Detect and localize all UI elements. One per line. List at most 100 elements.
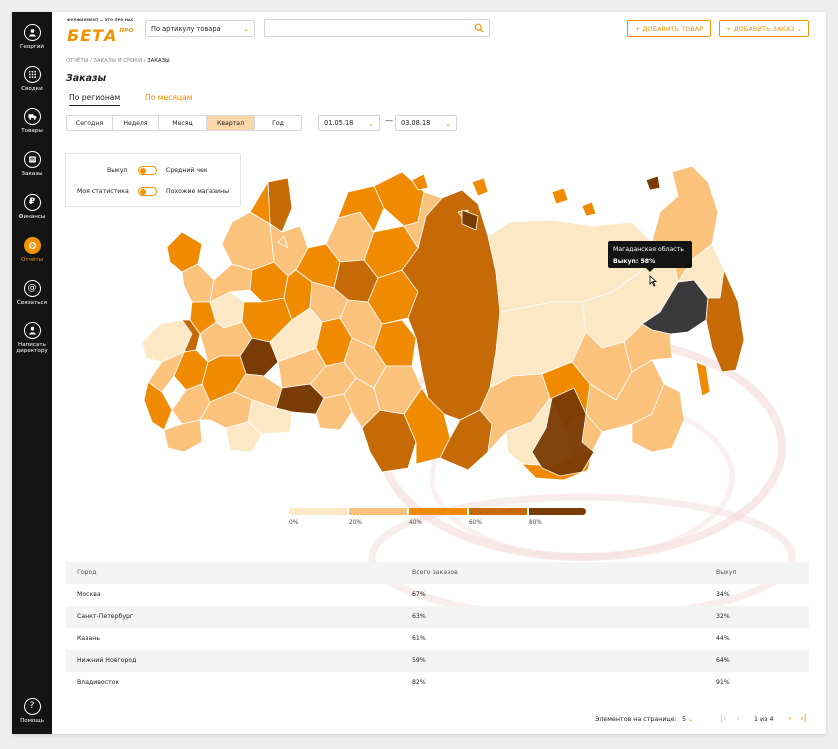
cell-buyout: 34% xyxy=(716,591,730,598)
add-order-button[interactable]: + ДОБАВИТЬ ЗАКАЗ ⌄ xyxy=(719,20,809,37)
add-product-button[interactable]: + ДОБАВИТЬ ТОВАР xyxy=(627,20,711,37)
grid-icon xyxy=(23,66,41,83)
cell-total-orders: 82% xyxy=(412,679,426,686)
legend-bar-60 xyxy=(469,508,527,515)
search-icon[interactable] xyxy=(474,23,484,33)
last-page-icon[interactable]: ›| xyxy=(800,714,807,724)
cell-city: Москва xyxy=(77,591,101,598)
reports-icon xyxy=(23,237,41,254)
cell-total-orders: 63% xyxy=(412,613,426,620)
logo[interactable]: ФУЛФИЛМЕНТ — ЭТО ПРО НАС БЕТА ПРО xyxy=(67,18,142,44)
legend-bar-40 xyxy=(409,508,467,515)
app-window: Георгий Сводки Товары Заказы ₽ Финансы О… xyxy=(12,12,826,734)
search-mode-select[interactable]: По артикулу товара ⌄ xyxy=(145,20,255,37)
chevron-down-icon: ⌄ xyxy=(243,25,249,33)
search-input[interactable] xyxy=(269,25,469,41)
sidebar-item-products[interactable]: Товары xyxy=(12,108,52,134)
write-label: Написать xyxy=(17,342,46,348)
legend-bar-0 xyxy=(289,508,347,515)
legend-label: 0% xyxy=(289,520,299,526)
sidebar: Георгий Сводки Товары Заказы ₽ Финансы О… xyxy=(12,12,52,734)
page-title: Заказы xyxy=(66,73,107,84)
legend-bar-20 xyxy=(349,508,407,515)
period-today-button[interactable]: Сегодня xyxy=(67,116,113,130)
period-month-button[interactable]: Месяц xyxy=(159,116,207,130)
cart-icon xyxy=(23,151,41,168)
map-region xyxy=(645,175,661,191)
cell-total-orders: 67% xyxy=(412,591,426,598)
cell-city: Нижний Новгород xyxy=(77,657,137,664)
table-row[interactable]: Владивосток 82% 91% xyxy=(66,672,809,694)
table-row[interactable]: Нижний Новгород 59% 64% xyxy=(66,650,809,672)
period-selector: Сегодня Неделя Месяц Квартал Год xyxy=(66,115,302,131)
column-header-buyout[interactable]: Выкуп xyxy=(716,569,737,576)
search-field[interactable] xyxy=(264,19,490,41)
help-icon: ? xyxy=(23,698,41,715)
period-quarter-button[interactable]: Квартал xyxy=(207,116,255,130)
table-row[interactable]: Санкт-Петербург 63% 32% xyxy=(66,606,809,628)
tooltip-region-name: Магаданская область xyxy=(613,246,684,253)
cell-buyout: 64% xyxy=(716,657,730,664)
date-to-select[interactable]: 03.08.18 ⌄ xyxy=(395,115,457,131)
table-row[interactable]: Казань 61% 44% xyxy=(66,628,809,650)
chevron-down-icon: ⌄ xyxy=(688,716,694,723)
map-region xyxy=(471,177,489,197)
tab-by-regions[interactable]: По регионам xyxy=(69,93,121,106)
breadcrumb-current: ЗАКАЗЫ xyxy=(147,58,170,64)
chevron-down-icon: ⌄ xyxy=(445,120,451,128)
tab-by-months[interactable]: По месяцам xyxy=(145,93,192,102)
cell-city: Владивосток xyxy=(77,679,120,686)
sidebar-item-finance[interactable]: ₽ Финансы xyxy=(12,194,52,220)
map-region xyxy=(581,201,597,217)
sidebar-item-orders[interactable]: Заказы xyxy=(12,151,52,177)
legend-bar-80 xyxy=(529,508,586,515)
cities-table: Город Всего заказов Выкуп Москва 67% 34%… xyxy=(66,562,809,694)
cell-city: Казань xyxy=(77,635,100,642)
table-header-row: Город Всего заказов Выкуп xyxy=(66,562,809,584)
map-region xyxy=(163,419,203,453)
cell-total-orders: 59% xyxy=(412,657,426,664)
user-icon xyxy=(23,24,41,41)
per-page-label: Элементов на странице: xyxy=(595,716,677,723)
logo-wordmark: БЕТА ПРО xyxy=(67,26,134,45)
chevron-down-icon: ⌄ xyxy=(796,24,802,33)
per-page-select[interactable]: 5 ⌄ xyxy=(682,716,693,723)
breadcrumb-path[interactable]: ОТЧЁТЫ / ЗАКАЗЫ И СРОКИ / xyxy=(66,58,146,64)
cell-buyout: 91% xyxy=(716,679,730,686)
sidebar-item-write-director[interactable]: Написать директору xyxy=(12,322,52,355)
next-page-icon[interactable]: › xyxy=(788,714,792,724)
page-info: 1 из 4 xyxy=(754,716,774,723)
map-region xyxy=(551,187,569,205)
map-region xyxy=(267,177,293,233)
map-region xyxy=(143,381,173,431)
period-week-button[interactable]: Неделя xyxy=(113,116,159,130)
legend-label: 20% xyxy=(349,520,362,526)
table-row[interactable]: Москва 67% 34% xyxy=(66,584,809,606)
legend-label: 60% xyxy=(469,520,482,526)
date-from-select[interactable]: 01.05.18 ⌄ xyxy=(318,115,380,131)
region-tooltip: Магаданская область Выкуп: 58% xyxy=(608,241,692,272)
sidebar-item-profile[interactable]: Георгий xyxy=(12,24,52,50)
sidebar-help[interactable]: ? Помощь xyxy=(12,698,52,724)
sidebar-item-contact[interactable]: @ Связаться xyxy=(12,280,52,306)
cell-total-orders: 61% xyxy=(412,635,426,642)
legend-label: 80% xyxy=(529,520,542,526)
russia-region-map xyxy=(141,165,745,481)
cell-buyout: 44% xyxy=(716,635,730,642)
first-page-icon[interactable]: |‹ xyxy=(720,714,727,724)
column-header-total-orders[interactable]: Всего заказов xyxy=(412,569,458,576)
mouse-cursor-icon xyxy=(649,275,658,287)
tooltip-metric: Выкуп: 58% xyxy=(613,258,656,265)
prev-page-icon[interactable]: ‹ xyxy=(736,714,740,724)
ruble-icon: ₽ xyxy=(23,194,41,211)
sidebar-item-reports[interactable]: Отчёты xyxy=(12,237,52,263)
column-header-city[interactable]: Город xyxy=(77,569,97,576)
legend-label: 40% xyxy=(409,520,422,526)
cell-buyout: 32% xyxy=(716,613,730,620)
director-label: директору xyxy=(16,348,48,355)
chevron-down-icon: ⌄ xyxy=(368,120,374,128)
at-icon: @ xyxy=(23,280,41,297)
sidebar-item-summary[interactable]: Сводки xyxy=(12,66,52,92)
cell-city: Санкт-Петербург xyxy=(77,613,134,620)
period-year-button[interactable]: Год xyxy=(255,116,301,130)
